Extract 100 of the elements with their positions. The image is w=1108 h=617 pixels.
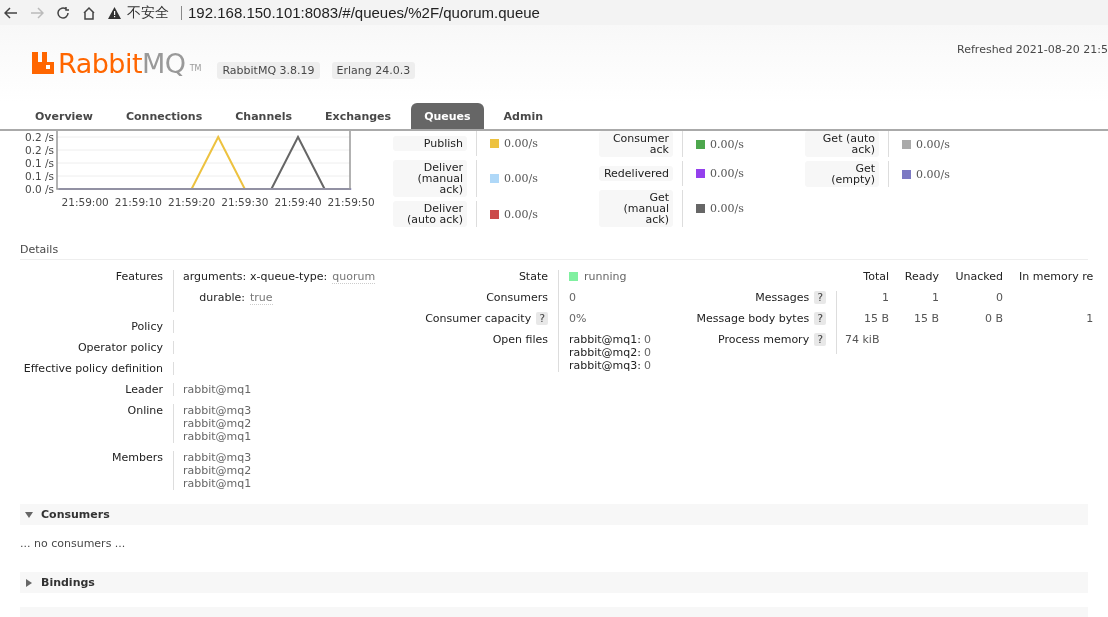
rate-label: Get (auto ack) — [805, 131, 879, 157]
section-header[interactable]: Consumers — [20, 504, 1088, 525]
nav-tab[interactable]: Connections — [113, 103, 216, 129]
table-cell: 15 B — [913, 312, 939, 325]
help-button[interactable]: ? — [814, 291, 826, 304]
rate-value: 0.00/s — [504, 172, 538, 185]
caret-icon — [25, 510, 33, 519]
feature-key: x-queue-type: — [250, 270, 328, 284]
table-cell: 74 kiB — [836, 333, 1094, 354]
field-value: 0% — [569, 312, 587, 325]
node-name: rabbit@mq1 — [183, 430, 253, 443]
rate-value: 0.00/s — [710, 202, 744, 215]
field-label: Effective policy definition — [22, 362, 163, 375]
feature-value: true — [250, 291, 273, 305]
rate-value: 0.00/s — [710, 137, 744, 151]
rate-label: Consumer ack — [599, 131, 673, 157]
trademark: TM — [189, 63, 202, 73]
field-label: Members — [111, 451, 163, 466]
rate-label: Deliver (manual ack) — [393, 160, 467, 197]
table-cell: 1 — [1086, 312, 1094, 325]
version-badge: RabbitMQ 3.8.19 — [217, 61, 320, 79]
warning-icon — [108, 6, 121, 19]
axis-label: 21:59:10 — [114, 196, 162, 208]
axis-label: 21:59:40 — [274, 196, 322, 208]
field-label: Consumers — [486, 291, 548, 304]
field-label: Online — [126, 404, 163, 419]
section-header[interactable]: Bindings — [20, 572, 1088, 593]
field-label: Policy — [130, 320, 163, 333]
table-cell: 1 — [882, 291, 889, 304]
column-header: Ready — [903, 270, 939, 285]
axis-label: 21:59:30 — [221, 196, 269, 208]
state-value: running — [584, 270, 627, 283]
rate-value: 0.00/s — [504, 137, 538, 150]
rate-value: 0.00/s — [916, 167, 950, 181]
node-name: rabbit@mq1: — [569, 333, 641, 346]
node-name: rabbit@mq2 — [183, 464, 253, 477]
row-label: Messages — [755, 291, 810, 304]
feature-key: arguments: — [183, 270, 245, 284]
section-title: Details — [20, 241, 1088, 260]
caret-icon — [25, 578, 33, 587]
back-icon[interactable] — [4, 5, 18, 20]
axis-label: 0.1 /s — [24, 170, 54, 182]
column-header: Unacked — [954, 270, 1003, 285]
rate-value: 0.00/s — [916, 137, 950, 151]
table-cell: 1 — [932, 291, 939, 304]
rate-value: 0.00/s — [710, 167, 744, 180]
axis-label: 21:59:20 — [168, 196, 216, 208]
url-field[interactable]: 192.168.150.101:8083/#/queues/%2F/quorum.queue — [188, 4, 540, 21]
row-label: Message body bytes — [696, 312, 810, 325]
field-label: Consumer capacity — [425, 312, 532, 325]
node-name: rabbit@mq2: — [569, 346, 641, 359]
rate-value: 0.00/s — [504, 207, 538, 221]
rate-label: Get (empty) — [805, 161, 879, 187]
node-name: rabbit@mq3: — [569, 359, 641, 372]
field-label: Operator policy — [76, 341, 163, 354]
field-label: Open files — [492, 333, 548, 346]
security-label: 不安全 — [127, 3, 169, 22]
axis-label: 21:59:50 — [327, 196, 375, 208]
file-count: 0 — [644, 359, 651, 372]
help-button[interactable]: ? — [814, 333, 826, 346]
feature-key: durable: — [183, 291, 245, 305]
axis-label: 21:59:00 — [61, 196, 109, 208]
nav-tab[interactable]: Exchanges — [312, 103, 405, 129]
rate-label: Get (manual ack) — [599, 190, 673, 227]
home-icon[interactable] — [82, 5, 96, 20]
feature-value: quorum — [332, 270, 376, 284]
version-badge: Erlang 24.0.3 — [331, 61, 416, 79]
help-button[interactable]: ? — [536, 312, 548, 325]
node-name: rabbit@mq2 — [183, 417, 253, 430]
file-count: 0 — [644, 346, 651, 359]
logo-text: RabbitMQ — [58, 47, 186, 79]
nav-tab[interactable]: Admin — [490, 103, 557, 129]
field-label: Leader — [124, 383, 163, 396]
axis-label: 0.0 /s — [24, 183, 54, 195]
node-name: rabbit@mq3 — [183, 404, 253, 417]
help-button[interactable]: ? — [814, 312, 826, 325]
refreshed-text: Refreshed 2021-08-20 21:5 — [957, 43, 1108, 58]
status-square — [569, 272, 578, 281]
nav-tab[interactable]: Queues — [411, 103, 484, 129]
column-header: Total — [862, 270, 889, 285]
rate-label: Redelivered — [599, 166, 673, 181]
field-value: 0 — [569, 291, 576, 304]
table-cell: 0 — [996, 291, 1003, 304]
rate-label: Deliver (auto ack) — [393, 201, 467, 227]
reload-icon[interactable] — [56, 5, 70, 20]
logo-icon — [32, 52, 54, 74]
row-label: Process memory — [717, 333, 810, 346]
empty-message: ... no consumers ... — [19, 536, 127, 552]
rate-label: Publish — [393, 136, 467, 151]
table-cell: 15 B — [863, 312, 889, 325]
nav-tab[interactable]: Overview — [22, 103, 106, 129]
column-header: In memory re — [1018, 270, 1094, 285]
node-name: rabbit@mq3 — [183, 451, 253, 464]
node-name: rabbit@mq1 — [183, 477, 253, 490]
axis-label: 0.2 /s — [24, 131, 54, 143]
field-label: State — [518, 270, 548, 283]
node-name: rabbit@mq1 — [183, 383, 253, 396]
nav-tab[interactable]: Channels — [222, 103, 305, 129]
table-cell: 0 B — [984, 312, 1003, 325]
file-count: 0 — [644, 333, 651, 346]
